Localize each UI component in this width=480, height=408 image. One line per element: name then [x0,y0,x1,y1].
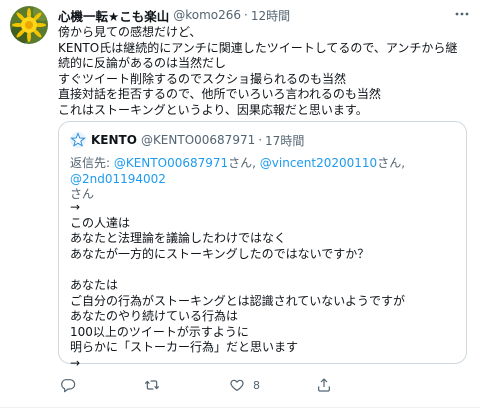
share-button[interactable] [316,375,332,395]
quoted-author-name[interactable]: KENTO [91,133,137,147]
author-handle[interactable]: @komo266 [173,8,241,22]
like-count: 8 [253,378,260,392]
tweet[interactable]: 心機一転★こも楽山 @komo266 · 12時間 傍から見ての感想だけど、 K… [0,0,480,408]
reply-separator: さん, [377,156,406,170]
tweet-header: 心機一転★こも楽山 @komo266 · 12時間 [58,6,470,24]
reply-icon [61,379,76,393]
reply-mention[interactable]: @vincent20200110 [260,156,377,170]
tweet-body-line: 続的に反論があるのは当然だし [58,56,227,71]
quoted-body-line: あなたのやり続けている行為は [70,309,239,324]
quoted-timestamp[interactable]: 17時間 [265,132,304,149]
dandelion-icon [10,6,48,44]
tweet-body: 傍から見ての感想だけど、 KENTO氏は継続的にアンチに関連したツイートしてるの… [58,25,470,119]
separator-dot: · [258,133,263,147]
action-bar: 8 [58,375,458,395]
quoted-body-line [70,262,460,278]
share-icon [318,378,330,392]
quoted-body-line: あなたと法理論を議論したわけではなく [70,231,287,246]
reply-mention[interactable]: @2nd01194002 [70,172,166,186]
author-name[interactable]: 心機一転★こも楽山 [58,6,169,25]
star-avatar-icon[interactable] [70,132,86,148]
separator-dot: · [244,8,248,22]
like-button[interactable]: 8 [229,375,260,395]
reply-separator: さん, [228,156,260,170]
reply-button[interactable] [60,375,76,395]
reply-mention[interactable]: @KENTO00687971 [114,156,228,170]
retweet-button[interactable] [144,375,160,395]
dandelion-avatar[interactable] [10,6,48,44]
quoted-tweet-header: KENTO @KENTO00687971 · 17時間 [70,132,304,148]
quoted-author-handle[interactable]: @KENTO00687971 [141,133,255,147]
tweet-body-line: KENTO氏は継続的にアンチに関連したツイートしてるので、アンチから継 [58,40,458,55]
quoted-body-line: 明らかに「ストーカー行為」だと思います [70,340,299,355]
timestamp[interactable]: 12時間 [251,7,290,24]
quoted-body-line: → [70,355,81,370]
quoted-body-line: ご自分の行為がストーキングとは認識されていないようですが [70,293,406,308]
tweet-body-line: 傍から見ての感想だけど、 [58,25,202,39]
quoted-body-line: この人達は [70,215,131,230]
quoted-tweet-body: → この人達は あなたと法理論を議論したわけではなく あなたが一方的にストーキン… [70,200,460,372]
quoted-tweet[interactable]: KENTO @KENTO00687971 · 17時間 返信先: @KENTO0… [58,121,467,370]
more-icon[interactable] [454,6,470,22]
reply-context: 返信先: @KENTO00687971さん, @vincent20200110さ… [70,156,460,203]
tweet-body-line: 直接対話を拒否するので、他所でいろいろ言われるのも当然 [58,87,381,102]
more-icon [455,12,469,16]
quoted-body-line: あなたが一方的にストーキングしたのではないですか？ [70,246,370,261]
reply-prefix: 返信先: [70,156,114,170]
quoted-body-line: 100以上のツイートが示すように [70,324,249,339]
tweet-body-line: すぐツイート削除するのでスクショ撮られるのも当然 [58,71,347,86]
quoted-body-line: あなたは [70,277,119,292]
quoted-body-line: → [70,200,81,214]
heart-icon [230,379,244,391]
retweet-icon [144,380,160,390]
tweet-body-line: これはストーキングというより、因果応報だと思います。 [58,102,368,117]
